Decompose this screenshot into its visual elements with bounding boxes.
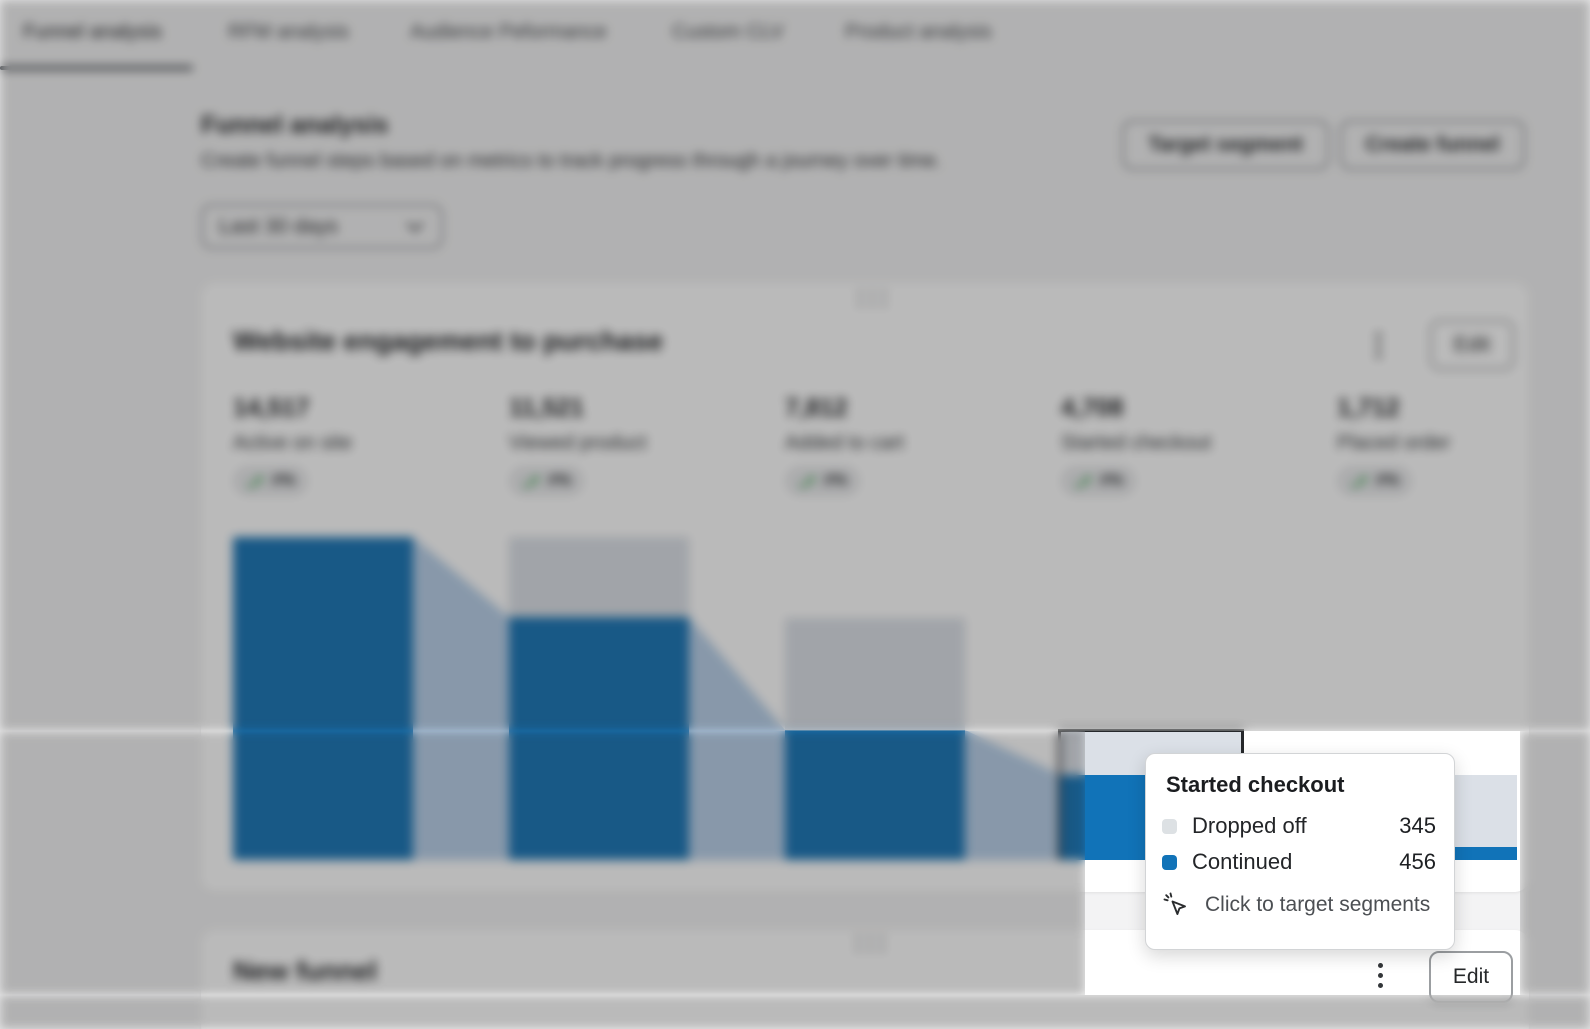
step-value: 11,521 [509,394,769,423]
kebab-menu-icon[interactable] [1374,961,1387,990]
drag-handle-icon[interactable] [856,936,884,951]
funnel-step-stat: 7,812 Added to cart #% [785,394,1045,496]
step-value: 1,712 [1337,394,1590,423]
kebab-menu-icon[interactable] [1372,331,1385,360]
funnel-step-stat: 14,517 Active on site #% [233,394,493,496]
step-label: Viewed product [509,432,769,455]
step-label: Added to cart [785,432,1045,455]
funnel-step-stat: 1,712 Placed order #% [1337,394,1590,496]
dropped-off-swatch [1162,819,1177,834]
trend-up-icon [246,474,265,489]
change-badge: #% [1061,466,1136,496]
funnel-step-stat: 11,521 Viewed product #% [509,394,769,496]
change-value: #% [824,472,847,490]
continued-swatch [1162,855,1177,870]
step-label: Started checkout [1061,432,1321,455]
funnel-card-edit-button[interactable]: Edit [1430,320,1514,370]
tooltip-row-dropped-off: Dropped off 345 [1162,809,1436,843]
funnel-step-stat: 4,708 Started checkout #% [1061,394,1321,496]
trend-up-icon [798,474,817,489]
funnel-connector [413,537,509,860]
chart-tooltip: Started checkout Dropped off 345 Continu… [1145,753,1455,950]
trend-up-icon [1074,474,1093,489]
step-value: 7,812 [785,394,1045,423]
change-value: #% [1100,472,1123,490]
tooltip-row-label: Continued [1192,849,1399,875]
change-badge: #% [785,466,860,496]
step-label: Placed order [1337,432,1590,455]
funnel-bar-continued-segment[interactable] [233,537,413,860]
funnel-analysis-screen: Funnel analysis RFM analysis Audience Pe… [0,0,1590,1029]
funnel-bar-dropped-segment[interactable] [785,618,965,730]
change-badge: #% [233,466,308,496]
new-funnel-card-title: New funnel [233,956,377,987]
tooltip-hint: Click to target segments [1162,891,1436,918]
trend-up-icon [522,474,541,489]
funnel-bar-continued-segment[interactable] [509,617,689,860]
drag-handle-icon[interactable] [858,291,886,306]
change-value: #% [548,472,571,490]
funnel-connector [965,730,1061,860]
tooltip-row-value: 456 [1399,849,1436,875]
step-value: 4,708 [1061,394,1321,423]
change-badge: #% [1337,466,1412,496]
tooltip-row-value: 345 [1399,813,1436,839]
funnel-connector [689,617,785,860]
funnel-bar-continued-segment[interactable] [785,730,965,860]
funnel-bar-dropped-segment[interactable] [509,537,689,617]
tooltip-hint-text: Click to target segments [1205,893,1430,917]
change-badge: #% [509,466,584,496]
new-funnel-edit-button[interactable]: Edit [1429,951,1513,1003]
step-value: 14,517 [233,394,493,423]
tooltip-row-label: Dropped off [1192,813,1399,839]
trend-up-icon [1350,474,1369,489]
tooltip-row-continued: Continued 456 [1162,845,1436,879]
funnel-card-title: Website engagement to purchase [233,326,663,357]
change-value: #% [272,472,295,490]
cursor-click-icon [1162,891,1189,918]
step-label: Active on site [233,432,493,455]
tooltip-title: Started checkout [1166,772,1436,798]
change-value: #% [1376,472,1399,490]
